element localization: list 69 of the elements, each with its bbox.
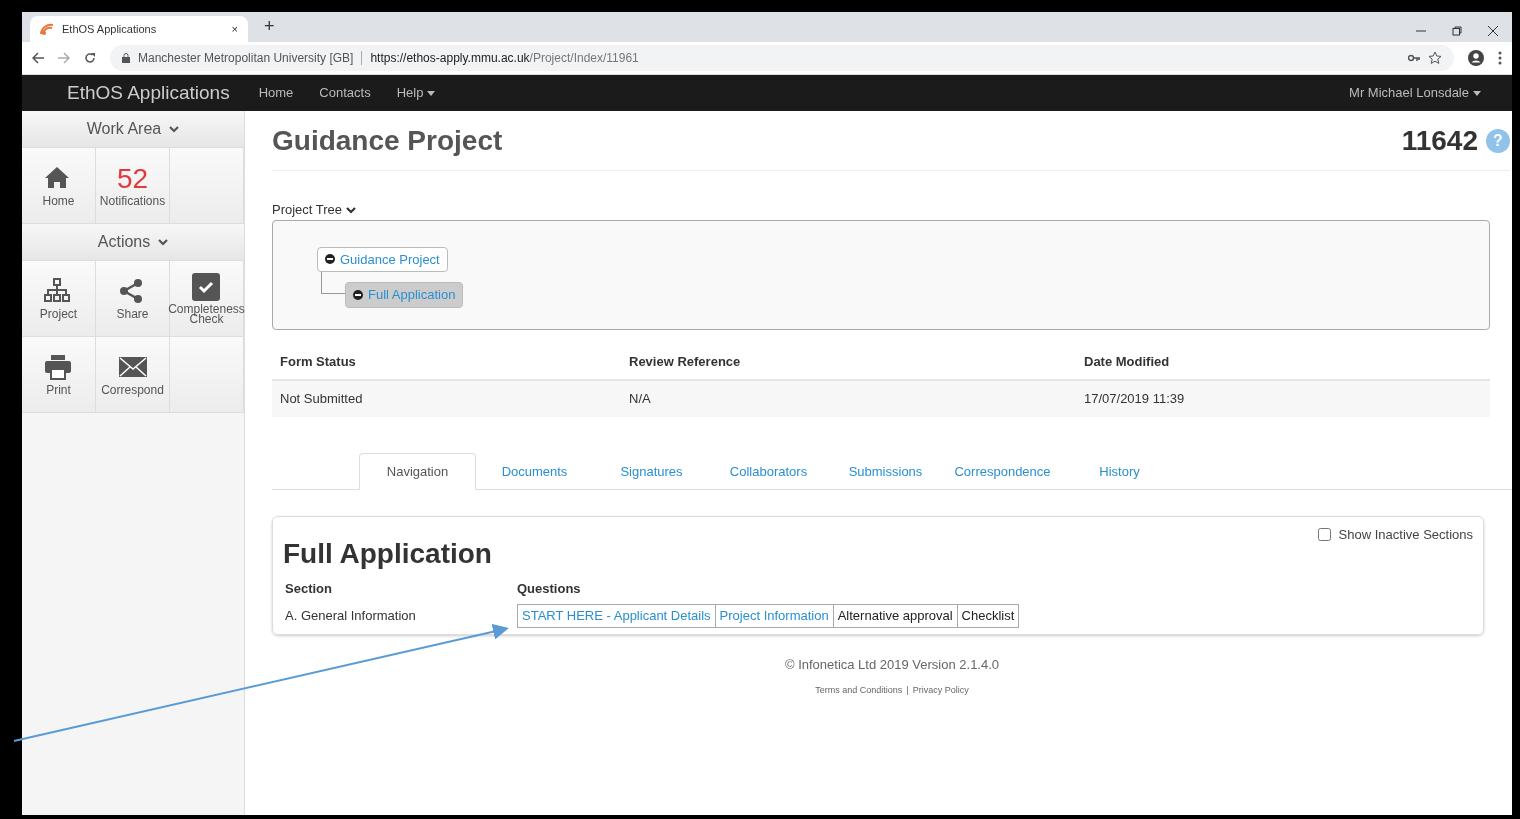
section-title: Work Area [86,119,162,139]
sidebar-tile[interactable]: Print [22,337,96,412]
back-icon[interactable] [32,52,44,64]
section-title: Actions [97,232,151,252]
sidebar-tile[interactable]: Completeness Check [170,261,244,336]
url-text: https://ethos-apply.mmu.ac.uk/Project/Index/11961 [370,50,639,67]
footer-link[interactable]: Privacy Policy [912,684,969,698]
user-menu[interactable]: Mr Michael Lonsdale [1336,83,1494,103]
caret-icon [427,90,436,96]
tab[interactable]: Signatures [593,452,710,490]
printer-icon [43,353,74,382]
browser-tab[interactable]: EthOS Applications × [30,16,248,42]
chevron-down-icon [158,237,169,247]
table-cell: Not Submitted [272,380,621,417]
notification-count: 52 [116,164,149,193]
nav-link[interactable]: Home [245,83,307,103]
restore-icon[interactable] [1452,26,1462,36]
tree-node[interactable]: Guidance Project [317,246,448,272]
caret-icon [1473,90,1481,96]
question-link[interactable]: Project Information [714,604,834,628]
sidebar-tile[interactable]: Share [96,261,170,336]
column-header: Form Status [272,343,621,380]
tab[interactable]: History [1061,452,1178,490]
nav-link[interactable]: Help [383,83,449,103]
tab-title: EthOS Applications [62,21,158,37]
tab[interactable]: Submissions [827,452,944,490]
site-name: Manchester Metropolitan University [GB] [138,50,354,67]
copyright-text: © Infonetica Ltd 2019 Version 2.1.4.0 [783,655,1001,674]
checkbox-icon [191,272,222,301]
tab-close-button[interactable]: × [231,20,238,38]
nav-link[interactable]: Contacts [306,83,384,103]
address-bar[interactable]: Manchester Metropolitan University [GB] https://ethos-apply.mmu.ac.uk/Project/Index/11961 [110,45,1454,71]
site-logo-icon [40,23,54,35]
key-icon[interactable] [1408,54,1420,62]
star-icon[interactable] [1428,51,1442,65]
brand-link[interactable]: EthOS Applications [67,78,230,108]
tab[interactable]: Collaborators [710,452,827,490]
lock-icon [122,53,130,63]
more-icon[interactable] [1498,51,1502,65]
section-name: A. General Information [284,607,417,626]
sidebar-tile[interactable]: Home [22,148,96,223]
question-item: Checklist [956,604,1020,628]
section-heading: Full Application [283,537,492,571]
project-number: 11642 [1401,123,1478,158]
sidebar-tile[interactable]: Correspond [96,337,170,412]
chevron-down-icon [346,204,357,215]
account-icon[interactable] [1468,50,1484,66]
chevron-down-icon [169,124,180,134]
question-item: Alternative approval [832,604,958,628]
page-title: Guidance Project [272,123,503,158]
question-link[interactable]: START HERE - Applicant Details [517,604,716,628]
checkbox-label: Show Inactive Sections [1338,526,1473,544]
footer-link[interactable]: Terms and Conditions [815,684,903,698]
tab[interactable]: Correspondence [944,452,1061,490]
tab[interactable]: Documents [476,452,593,490]
column-header: Date Modified [1076,343,1490,380]
column-header: Review Reference [621,343,1076,380]
tab[interactable]: Navigation [359,452,476,490]
close-icon[interactable] [1488,26,1498,36]
column-header: Questions [517,579,581,598]
table-cell: 17/07/2019 11:39 [1076,380,1490,417]
reload-icon[interactable] [84,52,96,64]
table-cell: N/A [621,380,1076,417]
tree-toggle[interactable]: Project Tree [272,200,357,220]
link-separator: | [906,684,909,698]
sidebar-tile[interactable]: Project [22,261,96,336]
sidebar-tile[interactable]: 52 Notifications [96,148,170,223]
new-tab-button[interactable]: + [264,13,275,40]
column-header: Section [284,579,333,598]
